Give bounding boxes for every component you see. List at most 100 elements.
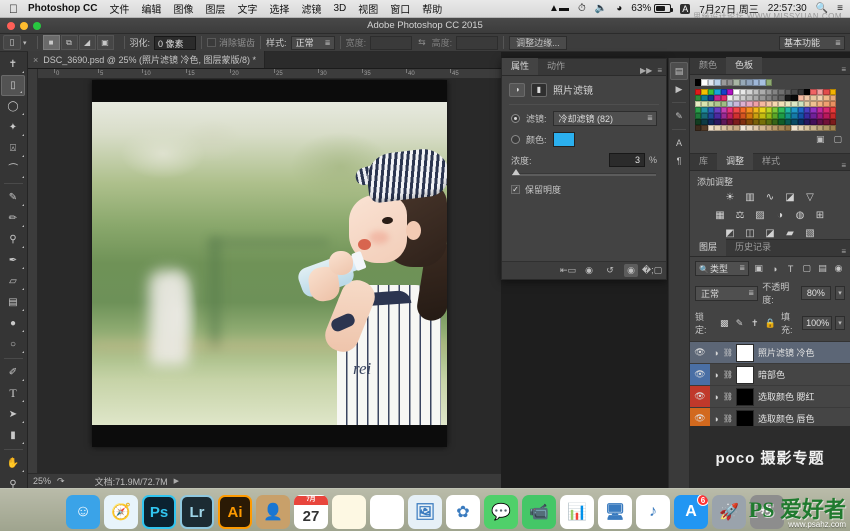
play-actions-icon[interactable]: ▶ [669, 80, 689, 98]
recent-colors-row[interactable] [695, 79, 836, 86]
time-machine-icon[interactable]: ⏱ [578, 3, 586, 14]
layer-visibility-icon[interactable]: 👁 [690, 386, 710, 407]
new-selection-button[interactable]: ■ [42, 35, 60, 50]
eraser-tool[interactable]: ▱ [0, 271, 26, 292]
filter-shape-icon[interactable]: ▢ [800, 261, 813, 276]
volume-icon[interactable]: 🔈 [595, 3, 607, 14]
layer-row[interactable]: 👁 ◑ ⛓ 选取颜色 腮红 [690, 386, 850, 408]
layer-row[interactable]: 👁 ◑ ⛓ 照片滤镜 冷色 [690, 342, 850, 364]
zoom-level-input[interactable]: 25% [33, 476, 51, 486]
menu-type[interactable]: 文字 [237, 1, 257, 16]
filter-toggle-icon[interactable]: ◉ [832, 261, 845, 276]
tab-actions[interactable]: 动作 [538, 58, 574, 75]
brush-tool[interactable]: ✏ [0, 208, 26, 229]
menu-filter[interactable]: 滤镜 [301, 1, 321, 16]
tab-adjustments[interactable]: 调整 [717, 153, 754, 170]
channel-mixer-icon[interactable]: ◍ [794, 209, 807, 222]
layer-mask-link-icon[interactable]: ⛓ [722, 370, 734, 379]
preview-icon[interactable]: 🖼 [408, 495, 442, 529]
layer-mask-link-icon[interactable]: ⛓ [722, 348, 734, 357]
layer-row[interactable]: 👁 ◑ ⛓ 暗部色 [690, 364, 850, 386]
style-select[interactable]: 正常 [290, 35, 335, 50]
blur-tool[interactable]: ● [0, 313, 26, 334]
reset-button[interactable]: ↺ [603, 264, 617, 277]
current-tool-icon[interactable]: ▯ [3, 35, 21, 50]
tab-libraries[interactable]: 库 [690, 153, 717, 170]
apple-icon[interactable]:  [9, 3, 18, 15]
minimize-window-button[interactable] [20, 21, 28, 30]
opacity-input[interactable]: 80% [800, 286, 831, 300]
dodge-tool[interactable]: ○ [0, 334, 26, 355]
hand-tool[interactable]: ✋ [0, 453, 26, 474]
adjustment-layer-icon[interactable]: ◑ [710, 369, 722, 381]
view-previous-state-button[interactable]: ◉ [582, 264, 596, 277]
menu-help[interactable]: 帮助 [422, 1, 442, 16]
pen-tool[interactable]: ✐ [0, 362, 26, 383]
layer-mask-link-icon[interactable]: ⛓ [722, 392, 734, 401]
filter-select[interactable]: 冷却滤镜 (82) [552, 111, 657, 126]
layer-mask-thumbnail[interactable] [736, 343, 754, 362]
panel-menu-icon[interactable]: ≡ [657, 66, 662, 75]
photoshop-icon[interactable]: Ps [142, 495, 176, 529]
refine-edge-button[interactable]: 调整边缘... [509, 35, 567, 50]
input-source-icon[interactable]: A [680, 3, 691, 14]
menu-image[interactable]: 图像 [173, 1, 193, 16]
document-tab[interactable]: × DSC_3690.psd @ 25% (照片滤镜 冷色, 图层蒙版/8) * [28, 51, 265, 68]
panel-menu-icon[interactable]: ≡ [841, 247, 846, 256]
menu-view[interactable]: 视图 [358, 1, 378, 16]
selective-color-icon[interactable]: ▧ [804, 227, 817, 240]
reminders-icon[interactable] [370, 495, 404, 529]
lasso-tool[interactable]: ◯ [0, 96, 26, 117]
blend-mode-select[interactable]: 正常 [695, 285, 759, 301]
rectangle-tool[interactable]: ▮ [0, 425, 26, 446]
adjustment-layer-icon[interactable]: ◑ [710, 347, 722, 359]
filter-radio[interactable] [511, 114, 520, 123]
tab-swatches[interactable]: 色板 [726, 57, 763, 74]
filter-color-swatch[interactable] [552, 132, 575, 147]
active-app-name[interactable]: Photoshop CC [28, 3, 97, 14]
levels-icon[interactable]: ▥ [744, 191, 757, 204]
paragraph-panel-icon[interactable]: ¶ [669, 152, 689, 170]
filter-smart-object-icon[interactable]: ▤ [816, 261, 829, 276]
history-panel-icon[interactable]: ▤ [670, 62, 688, 80]
lightroom-icon[interactable]: Lr [180, 495, 214, 529]
document-canvas[interactable]: rei [92, 80, 447, 447]
clip-to-layer-button[interactable]: ⇤▭ [560, 264, 576, 277]
tab-styles[interactable]: 样式 [753, 153, 789, 170]
swatch-grid[interactable] [695, 89, 836, 131]
filter-pixel-icon[interactable]: ▣ [752, 261, 765, 276]
menu-edit[interactable]: 编辑 [141, 1, 161, 16]
lock-image-pixels-icon[interactable]: ✎ [734, 318, 744, 329]
share-icon[interactable]: ↷ [57, 476, 65, 487]
move-tool[interactable]: ✝ [0, 54, 26, 75]
numbers-icon[interactable]: 📊 [560, 495, 594, 529]
rectangular-marquee-tool[interactable]: ▯ [1, 75, 25, 96]
close-icon[interactable]: × [33, 55, 38, 65]
magic-wand-tool[interactable]: ✦ [0, 117, 26, 138]
fill-input[interactable]: 100% [802, 316, 833, 330]
toggle-visibility-button[interactable]: ◉ [624, 264, 638, 277]
photos-icon[interactable]: ✿ [446, 495, 480, 529]
layer-mask-icon[interactable]: ▮ [531, 82, 547, 97]
color-lookup-icon[interactable]: ⊞ [814, 209, 827, 222]
black-white-icon[interactable]: ▨ [754, 209, 767, 222]
lock-position-icon[interactable]: ✝ [750, 318, 760, 329]
window-controls[interactable] [0, 21, 41, 30]
zoom-window-button[interactable] [33, 21, 41, 30]
notes-icon[interactable] [332, 495, 366, 529]
adjustment-layer-icon[interactable]: ◑ [710, 391, 722, 403]
panel-menu-icon[interactable]: ≡ [841, 161, 846, 170]
opacity-stepper[interactable]: ▾ [834, 286, 845, 300]
contacts-icon[interactable]: 👤 [256, 495, 290, 529]
brightness-contrast-icon[interactable]: ☀ [724, 191, 737, 204]
subtract-from-selection-button[interactable]: ◢ [78, 35, 96, 50]
density-slider-handle[interactable] [512, 169, 520, 175]
wifi-icon[interactable]: ◕ [616, 3, 622, 14]
canvas-area[interactable]: rei [38, 79, 501, 473]
menu-layer[interactable]: 图层 [205, 1, 225, 16]
tab-properties[interactable]: 属性 [502, 58, 539, 75]
adjustment-layer-icon[interactable]: ◑ [710, 413, 722, 425]
launchpad-icon[interactable]: 🚀 [712, 495, 746, 529]
illustrator-icon[interactable]: Ai [218, 495, 252, 529]
workspace-select[interactable]: 基本功能 [779, 35, 845, 50]
